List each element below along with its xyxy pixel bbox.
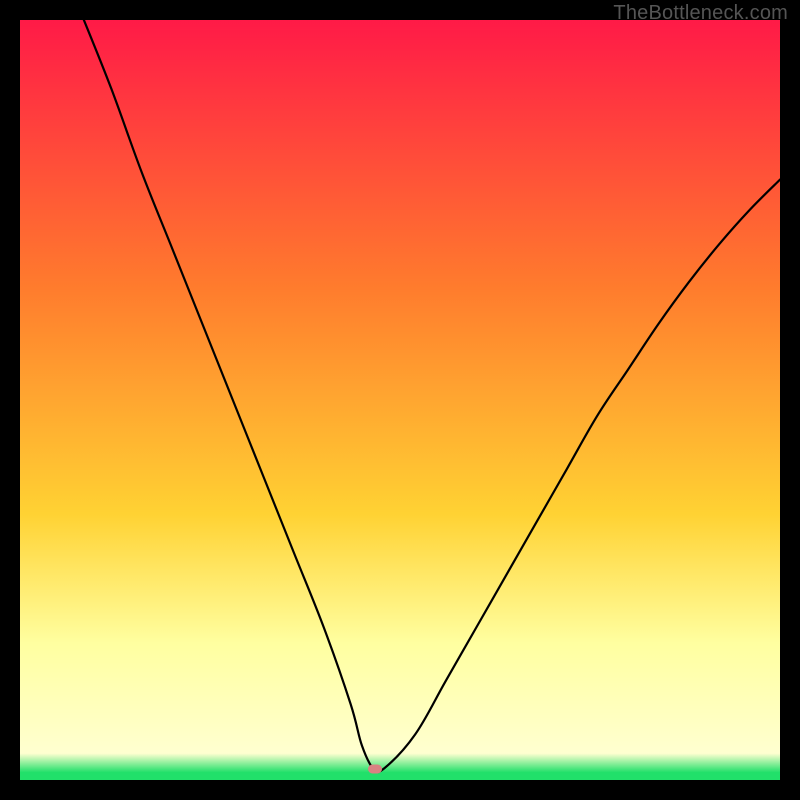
optimal-point-marker xyxy=(368,765,382,774)
bottleneck-curve xyxy=(20,20,780,780)
watermark-text: TheBottleneck.com xyxy=(613,2,788,25)
chart-frame: TheBottleneck.com xyxy=(0,0,800,800)
plot-area xyxy=(20,20,780,780)
